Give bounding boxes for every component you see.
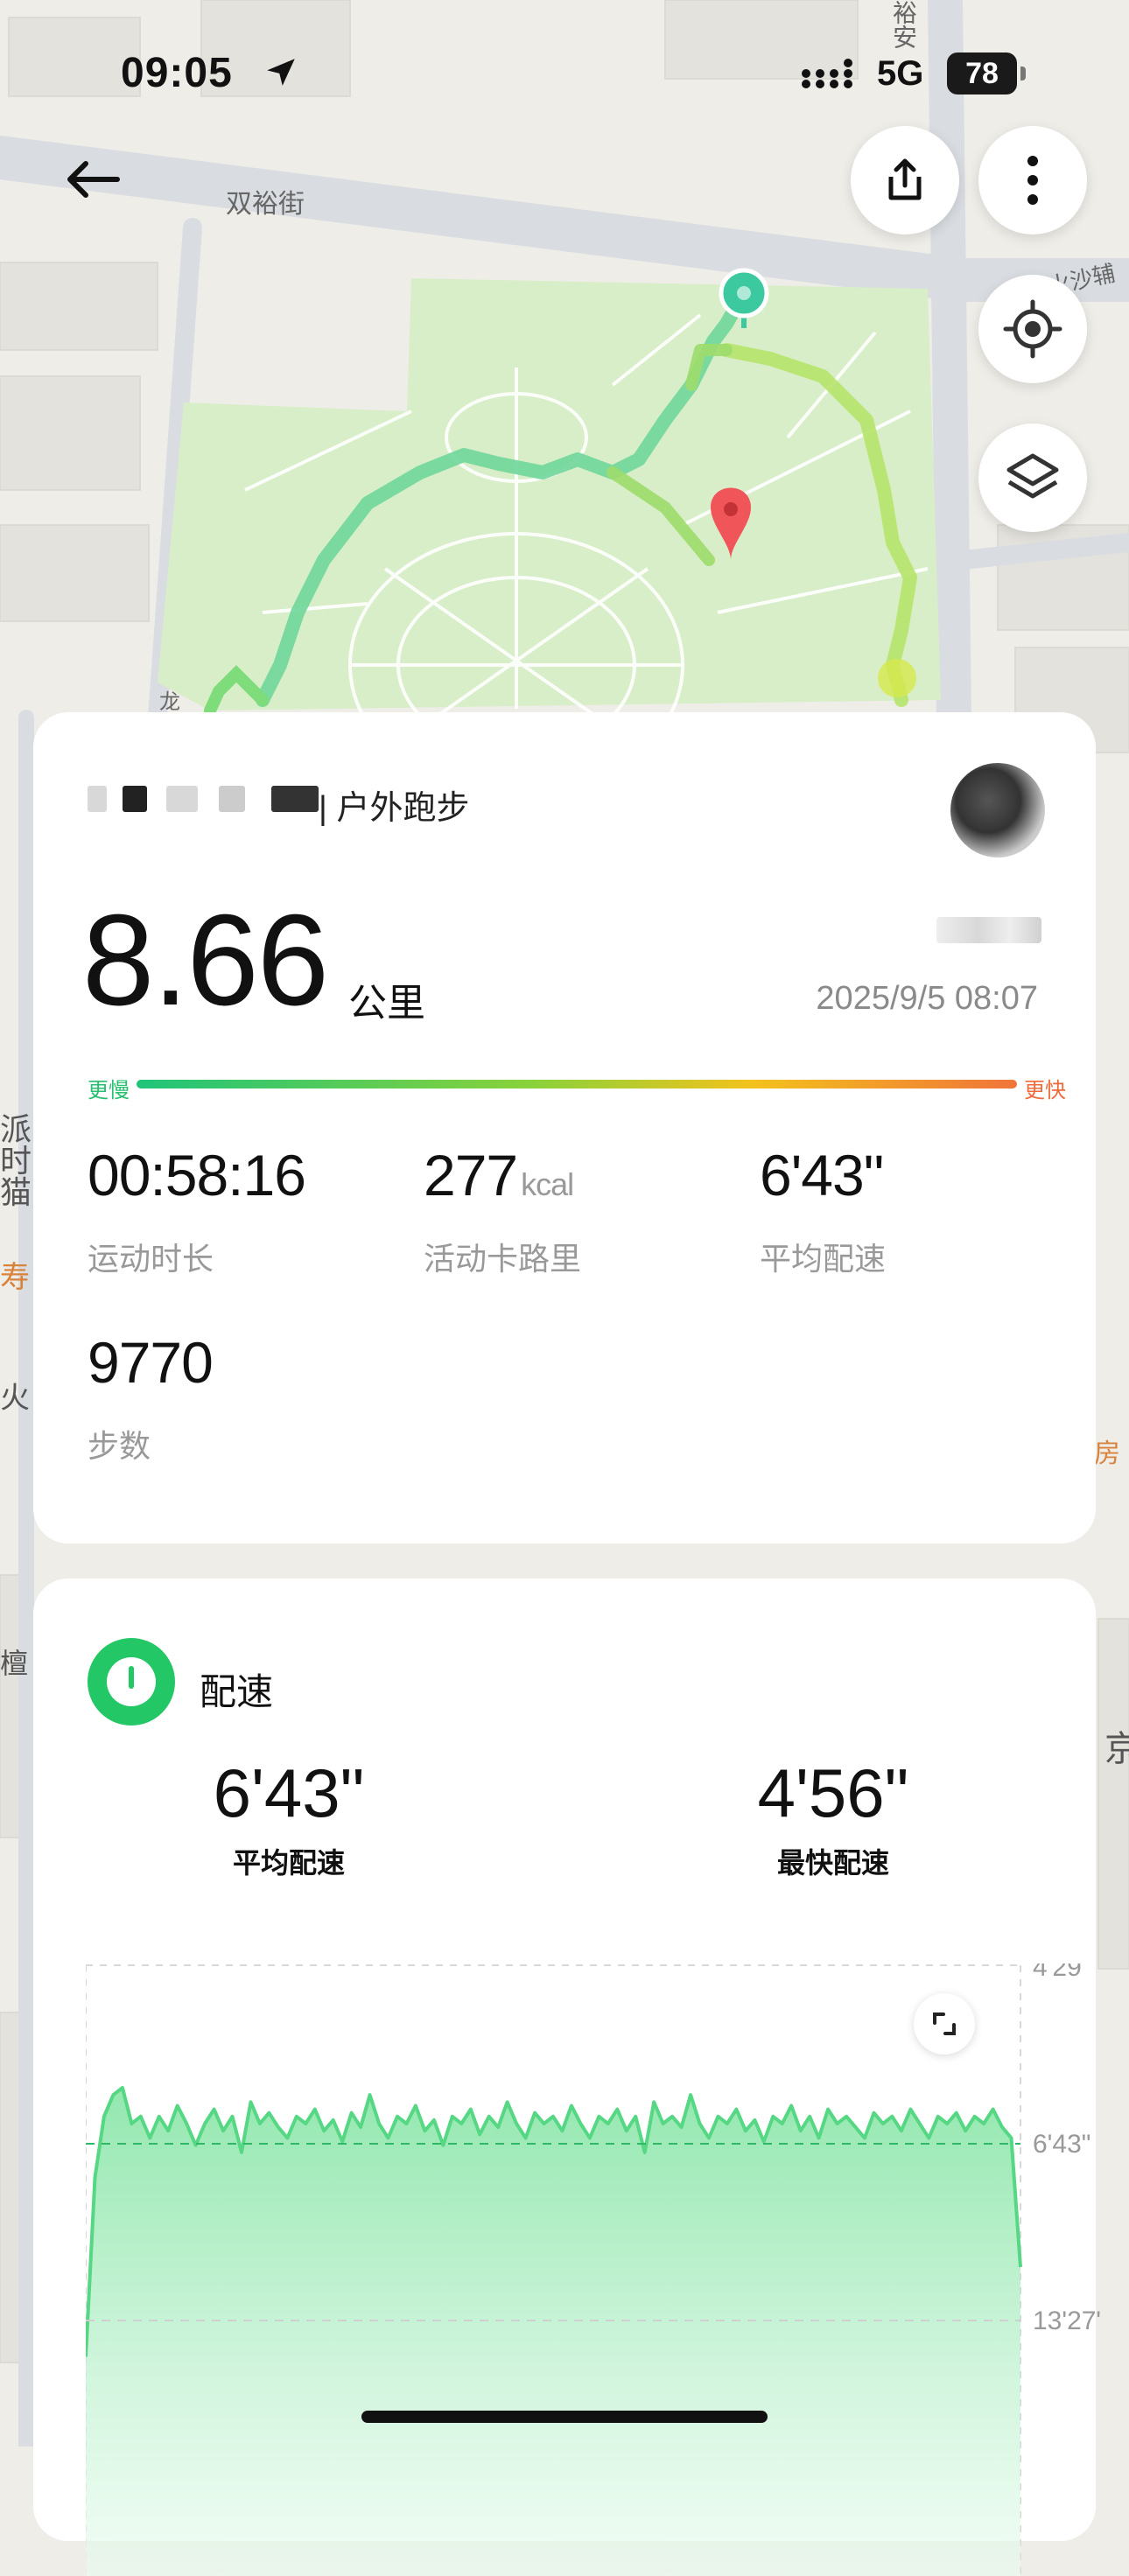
map-side-label: 猫 — [0, 1174, 32, 1210]
avatar[interactable] — [950, 763, 1045, 858]
distance-unit: 公里 — [348, 982, 425, 1025]
more-button[interactable] — [978, 126, 1087, 234]
steps-value: 9770 — [88, 1330, 214, 1395]
y-tick-label: 13'27" — [1033, 2306, 1101, 2335]
avg-pace-value: 6'43" — [760, 1143, 884, 1208]
calories-label: 活动卡路里 — [424, 1241, 582, 1277]
map-side-label: 京 — [1104, 1730, 1129, 1768]
map-side-label: 寿 — [0, 1261, 30, 1294]
workout-datetime: 2025/9/5 08:07 — [816, 980, 1038, 1017]
map-layers-button[interactable] — [978, 424, 1087, 532]
map-side-label: 火 — [0, 1382, 30, 1415]
pace-chart[interactable]: 4'29" 6'43" 13'27" — [86, 1964, 1101, 2576]
layers-icon — [1006, 453, 1059, 499]
pace-gauge-icon — [88, 1638, 175, 1726]
locate-button[interactable] — [978, 275, 1087, 383]
y-tick-label: 4'29" — [1033, 1964, 1090, 1982]
locate-icon — [1003, 299, 1062, 359]
avg-pace-big-value: 6'43" — [213, 1754, 365, 1831]
share-button[interactable] — [851, 126, 959, 234]
network-type: 5G — [877, 54, 924, 93]
speed-gradient-bar — [137, 1080, 1017, 1088]
status-time: 09:05 — [121, 50, 233, 96]
expand-icon — [933, 2012, 956, 2035]
more-icon — [1027, 156, 1038, 205]
activity-type: | 户外跑步 — [319, 790, 470, 827]
signal-icon — [802, 59, 852, 88]
pace-area — [86, 2088, 1020, 2576]
back-arrow-icon[interactable] — [63, 153, 124, 206]
map-side-label: 檀 — [0, 1648, 29, 1679]
calories-value: 277 kcal — [424, 1143, 574, 1208]
workout-summary-card: | 户外跑步 8.66 公里 2025/9/5 08:07 更慢 更快 00:5… — [33, 712, 1096, 1544]
duration-label: 运动时长 — [88, 1241, 214, 1277]
battery-level: 78 — [947, 52, 1017, 94]
avg-pace-big-label: 平均配速 — [232, 1847, 345, 1879]
location-arrow-icon — [267, 59, 295, 86]
chart-expand-button[interactable] — [914, 1993, 975, 2054]
speed-fast-label: 更快 — [1024, 1079, 1066, 1102]
home-indicator[interactable] — [361, 2411, 768, 2423]
calories-unit: kcal — [521, 1166, 574, 1202]
distance-value: 8.66 — [82, 888, 329, 1032]
map-street-label: 龙 — [159, 690, 180, 714]
fastest-pace-label: 最快配速 — [776, 1847, 889, 1879]
battery-icon: 78 — [947, 52, 1026, 96]
map-side-label: 房 — [1094, 1439, 1120, 1468]
map-street-label: 双裕街 — [226, 190, 305, 219]
avg-pace-label: 平均配速 — [760, 1241, 887, 1277]
pace-title: 配速 — [200, 1671, 274, 1712]
share-icon — [888, 158, 922, 200]
user-name-redacted — [88, 779, 319, 817]
status-bar: 09:05 5G 78 — [0, 0, 1129, 140]
redacted-text — [936, 917, 1041, 943]
duration-value: 00:58:16 — [88, 1143, 306, 1208]
speed-color-legend: 更慢 更快 — [88, 1073, 1066, 1108]
speed-slow-label: 更慢 — [88, 1079, 130, 1102]
steps-label: 步数 — [88, 1428, 151, 1464]
y-tick-label: 6'43" — [1033, 2130, 1090, 2159]
pace-card: 配速 6'43" 平均配速 4'56" 最快配速 4'29" 6'43" 13'… — [33, 1578, 1101, 2576]
fastest-pace-value: 4'56" — [757, 1754, 909, 1831]
